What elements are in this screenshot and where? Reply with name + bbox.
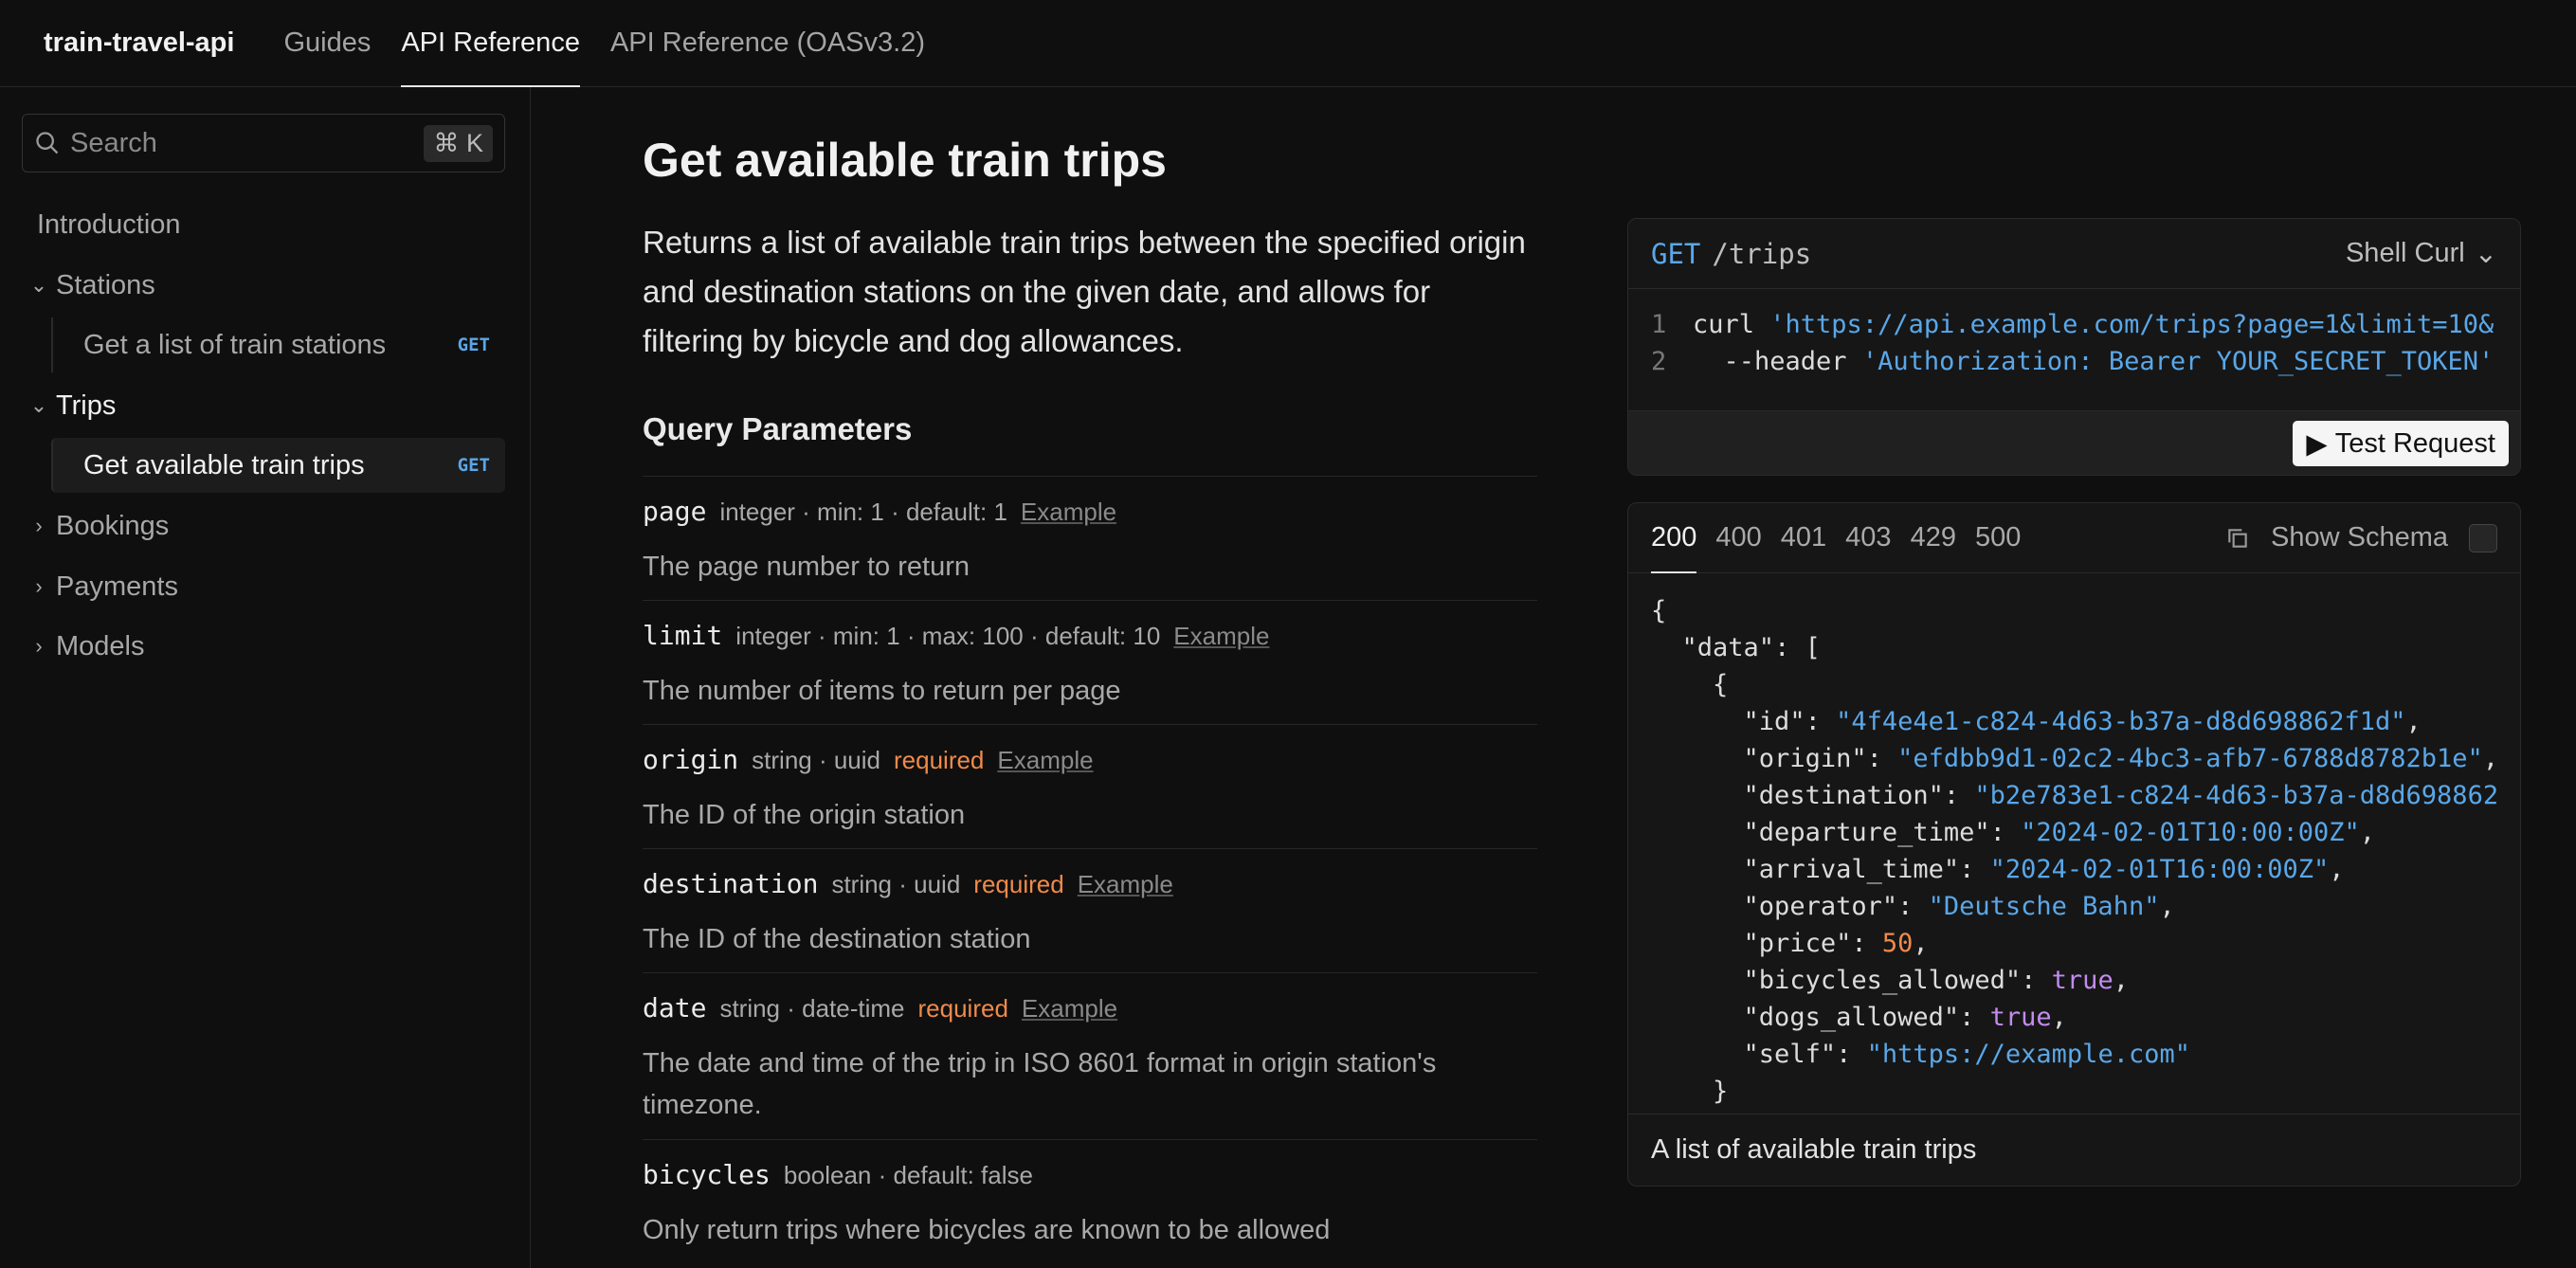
param-meta: boolean · default: false bbox=[783, 1161, 1033, 1189]
code-line: 1 curl 'https://api.example.com/trips?pag… bbox=[1651, 310, 2494, 339]
required-badge: required bbox=[917, 994, 1008, 1023]
search-shortcut: ⌘ K bbox=[424, 124, 493, 162]
test-request-button[interactable]: ▶ Test Request bbox=[2293, 421, 2509, 466]
chevron-down-icon: ⌄ bbox=[29, 273, 48, 297]
request-footer: ▶ Test Request bbox=[1628, 410, 2520, 475]
chevron-down-icon: ⌄ bbox=[2474, 239, 2497, 269]
code-line: 2 --header 'Authorization: Bearer YOUR_S… bbox=[1651, 347, 2494, 376]
param-meta: string · uuid bbox=[752, 746, 880, 774]
response-code-tab[interactable]: 403 bbox=[1845, 503, 1891, 573]
param-origin: origin string · uuid required Example The I… bbox=[643, 724, 1537, 836]
sidebar-item-get-stations[interactable]: Get a list of train stations GET bbox=[51, 317, 505, 372]
param-name: bicycles bbox=[643, 1159, 771, 1190]
chevron-right-icon: › bbox=[35, 574, 43, 598]
sidebar-item-introduction[interactable]: Introduction bbox=[22, 197, 505, 252]
sidebar-item-payments[interactable]: › Payments bbox=[22, 559, 505, 614]
chevron-right-icon: › bbox=[35, 514, 43, 537]
sidebar-item-label: Stations bbox=[56, 269, 155, 300]
brand-name[interactable]: train-travel-api bbox=[44, 27, 234, 59]
response-json: { "data": [ { "id": "4f4e4e1-c824-4d63-b… bbox=[1651, 596, 2499, 1106]
sidebar-item-label: Payments bbox=[56, 571, 178, 602]
response-code-tab[interactable]: 429 bbox=[1911, 503, 1956, 573]
copy-icon[interactable] bbox=[2225, 526, 2250, 551]
method-badge: GET bbox=[457, 335, 490, 355]
test-request-label: Test Request bbox=[2334, 427, 2495, 459]
param-meta: string · uuid bbox=[831, 870, 961, 898]
request-path: /trips bbox=[1712, 237, 1812, 270]
sidebar: Search ⌘ K Introduction ⌄ Stations Get a… bbox=[0, 87, 531, 1268]
param-name: origin bbox=[643, 744, 739, 775]
sidebar-item-get-trips[interactable]: Get available train trips GET bbox=[51, 438, 505, 493]
param-description: The ID of the origin station bbox=[643, 800, 966, 830]
sidebar-item-label: Get available train trips bbox=[83, 449, 365, 480]
sidebar-item-label: Trips bbox=[56, 389, 117, 421]
top-bar: train-travel-api Guides API Reference AP… bbox=[0, 0, 2576, 87]
request-code: 1 curl 'https://api.example.com/trips?pag… bbox=[1628, 289, 2520, 380]
sidebar-item-trips[interactable]: ⌄ Trips bbox=[22, 378, 505, 433]
play-icon: ▶ bbox=[2306, 428, 2328, 460]
chevron-down-icon: ⌄ bbox=[29, 393, 48, 417]
language-select[interactable]: Shell Curl ⌄ bbox=[2346, 237, 2497, 270]
request-example-card: GET /trips Shell Curl ⌄ 1 curl 'https://a… bbox=[1627, 218, 2521, 476]
example-link[interactable]: Example bbox=[997, 746, 1093, 775]
endpoint-description: Returns a list of available train trips … bbox=[643, 225, 1526, 358]
main-content: Get available train trips Returns a list… bbox=[531, 87, 2576, 1268]
sidebar-item-label: Bookings bbox=[56, 510, 170, 541]
request-method: GET bbox=[1651, 237, 1701, 270]
response-code-tab[interactable]: 401 bbox=[1781, 503, 1826, 573]
sidebar-item-label: Models bbox=[56, 630, 145, 661]
param-name: destination bbox=[643, 868, 819, 899]
method-badge: GET bbox=[457, 455, 490, 476]
param-description: The number of items to return per page bbox=[643, 676, 1121, 706]
response-example-card: 200 400 401 403 429 500 Show Schema { "d… bbox=[1627, 502, 2521, 1186]
sidebar-item-models[interactable]: › Models bbox=[22, 619, 505, 674]
show-schema-toggle[interactable] bbox=[2469, 523, 2497, 552]
param-description: The ID of the destination station bbox=[643, 924, 1031, 954]
sidebar-item-bookings[interactable]: › Bookings bbox=[22, 498, 505, 553]
sidebar-item-label: Get a list of train stations bbox=[83, 329, 387, 360]
chevron-right-icon: › bbox=[35, 634, 43, 658]
param-bicycles: bicycles boolean · default: false Only re… bbox=[643, 1139, 1537, 1251]
param-date: date string · date-time required Example Th… bbox=[643, 972, 1537, 1126]
response-code-tab[interactable]: 200 bbox=[1651, 503, 1697, 573]
show-schema-label: Show Schema bbox=[2271, 522, 2448, 552]
required-badge: required bbox=[973, 870, 1064, 898]
param-name: date bbox=[643, 992, 707, 1023]
sidebar-item-stations[interactable]: ⌄ Stations bbox=[22, 258, 505, 313]
tab-api-reference[interactable]: API Reference bbox=[401, 0, 580, 87]
search-placeholder: Search bbox=[70, 127, 157, 158]
search-icon bbox=[36, 132, 59, 154]
param-limit: limit integer · min: 1 · max: 100 · defau… bbox=[643, 600, 1537, 712]
param-name: limit bbox=[643, 620, 723, 651]
page-title: Get available train trips bbox=[643, 134, 1167, 187]
response-code-tab[interactable]: 400 bbox=[1715, 503, 1761, 573]
param-page: page integer · min: 1 · default: 1 Example… bbox=[643, 476, 1537, 588]
response-description: A list of available train trips bbox=[1628, 1114, 2520, 1186]
param-meta: string · date-time bbox=[719, 994, 905, 1023]
response-code-tab[interactable]: 500 bbox=[1975, 503, 2021, 573]
search-input[interactable]: Search ⌘ K bbox=[22, 114, 505, 172]
param-description: The date and time of the trip in ISO 860… bbox=[643, 1048, 1437, 1120]
language-label: Shell Curl bbox=[2345, 238, 2465, 268]
param-name: page bbox=[643, 496, 707, 527]
required-badge: required bbox=[894, 746, 985, 774]
example-link[interactable]: Example bbox=[1173, 622, 1269, 651]
sidebar-item-label: Introduction bbox=[37, 208, 181, 240]
param-meta: integer · min: 1 · max: 100 · default: 1… bbox=[735, 622, 1161, 650]
tab-guides[interactable]: Guides bbox=[283, 0, 371, 87]
param-description: Only return trips where bicycles are kno… bbox=[643, 1215, 1331, 1245]
param-destination: destination string · uuid required Example … bbox=[643, 848, 1537, 960]
tab-api-reference-oasv32[interactable]: API Reference (OASv3.2) bbox=[610, 0, 925, 87]
example-link[interactable]: Example bbox=[1022, 994, 1117, 1023]
param-meta: integer · min: 1 · default: 1 bbox=[719, 498, 1007, 526]
example-link[interactable]: Example bbox=[1078, 870, 1173, 899]
example-link[interactable]: Example bbox=[1021, 498, 1116, 527]
query-parameters-heading: Query Parameters bbox=[643, 411, 913, 446]
param-description: The page number to return bbox=[643, 552, 970, 582]
